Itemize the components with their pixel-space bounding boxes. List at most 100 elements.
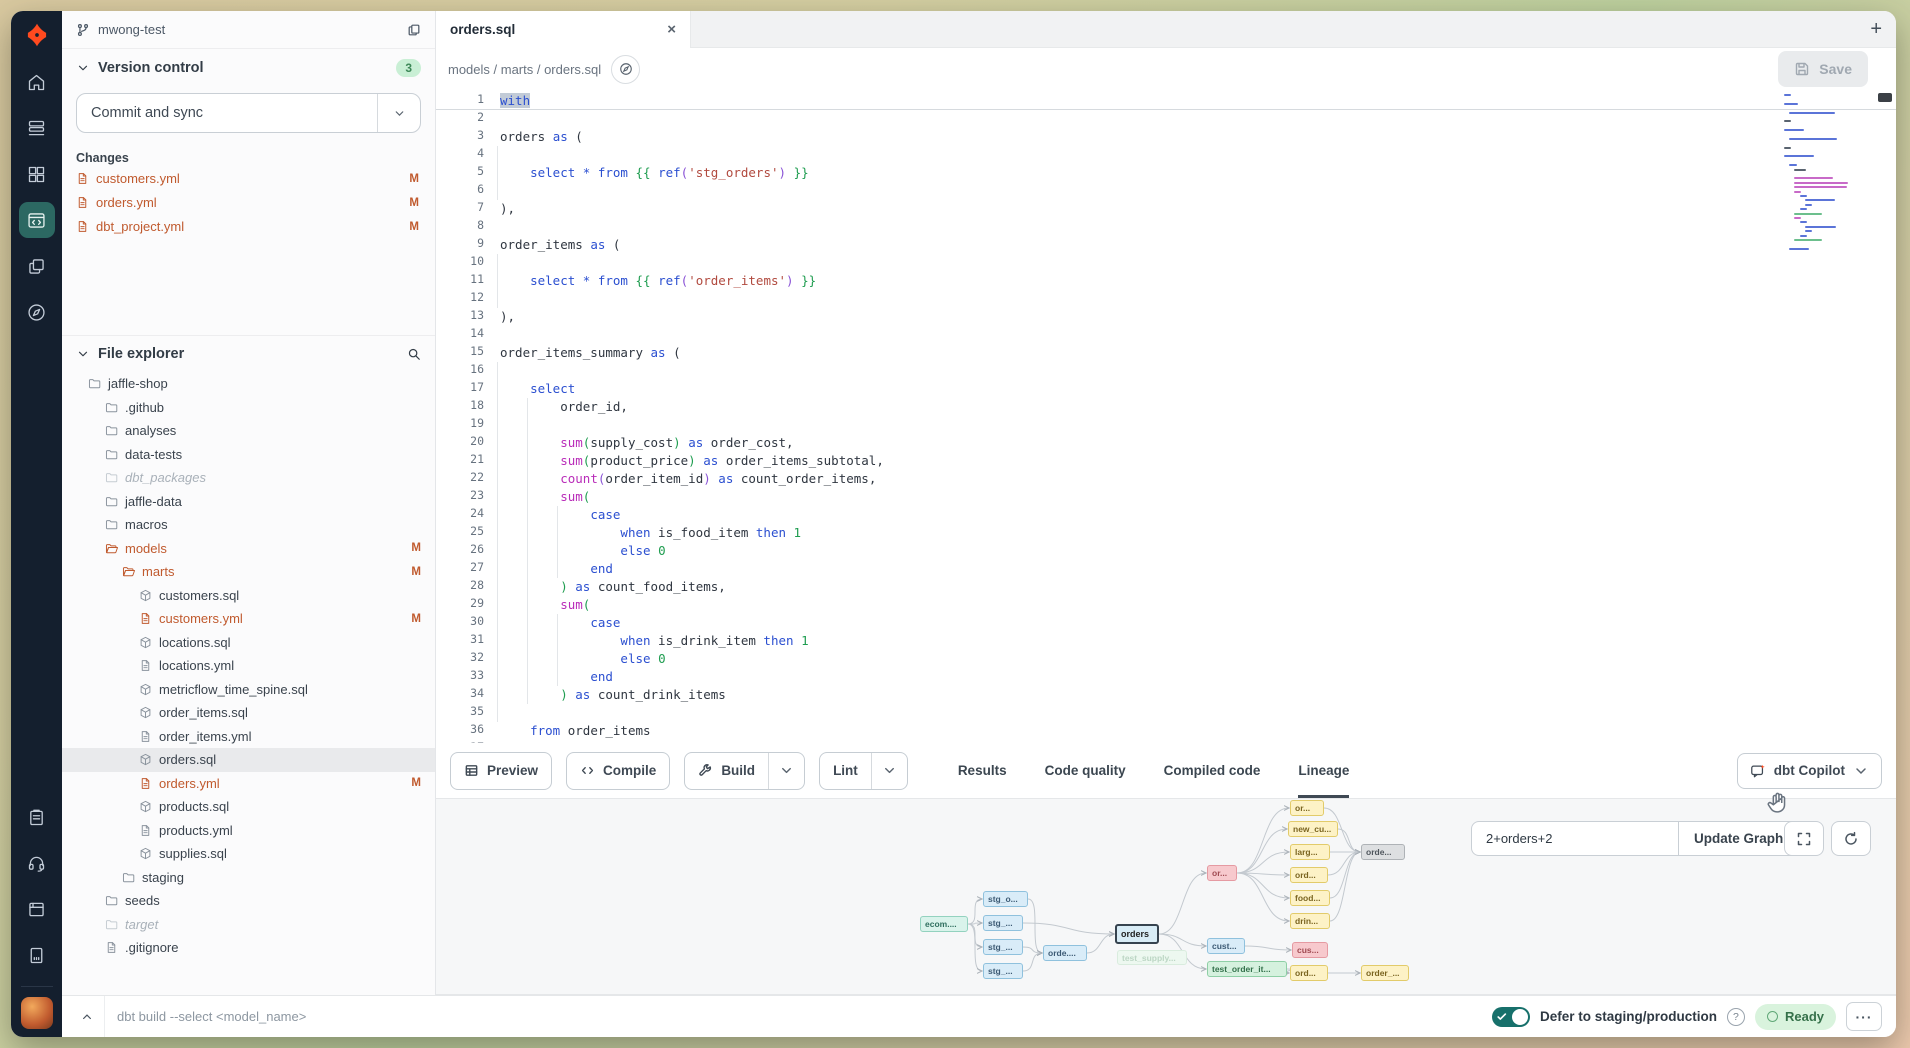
build-button[interactable]: Build	[684, 752, 805, 790]
commit-options-chevron[interactable]	[377, 94, 420, 132]
lineage-node-new_cu[interactable]: new_cu...	[1288, 821, 1338, 837]
code-line[interactable]: 10	[436, 254, 1896, 272]
code-line[interactable]: 2	[436, 110, 1896, 128]
code-line[interactable]: 3orders as (	[436, 128, 1896, 146]
lineage-node-stg_[interactable]: stg_...	[983, 963, 1023, 979]
tree-item-customers.sql[interactable]: customers.sql	[62, 584, 435, 608]
tree-item-products.sql[interactable]: products.sql	[62, 795, 435, 819]
code-line[interactable]: 26 else 0	[436, 542, 1896, 560]
dbt-copilot-button[interactable]: dbt Copilot	[1737, 753, 1882, 789]
more-options-button[interactable]: ···	[1846, 1002, 1882, 1031]
lint-button[interactable]: Lint	[819, 752, 908, 790]
tab-compiled-code[interactable]: Compiled code	[1164, 743, 1261, 798]
lineage-selector-input[interactable]	[1472, 822, 1678, 855]
lineage-node-test_order_it[interactable]: test_order_it...	[1207, 961, 1287, 977]
tree-item-models[interactable]: modelsM	[62, 537, 435, 561]
code-line[interactable]: 27 end	[436, 560, 1896, 578]
lineage-node-test_supply[interactable]: test_supply...	[1117, 950, 1187, 965]
changed-file-dbt_project.yml[interactable]: dbt_project.ymlM	[76, 216, 421, 237]
code-line[interactable]: 36 from order_items	[436, 722, 1896, 740]
code-line[interactable]: 12	[436, 290, 1896, 308]
lineage-node-order_[interactable]: order_...	[1361, 965, 1409, 981]
tree-item-products.yml[interactable]: products.yml	[62, 819, 435, 843]
lineage-node-drin[interactable]: drin...	[1290, 913, 1330, 929]
preview-button[interactable]: Preview	[450, 752, 552, 790]
tree-item-order_items.sql[interactable]: order_items.sql	[62, 701, 435, 725]
notebook-icon[interactable]	[19, 937, 55, 973]
lineage-node-ord[interactable]: ord...	[1290, 965, 1328, 981]
tab-results[interactable]: Results	[958, 743, 1007, 798]
lineage-node-or[interactable]: or...	[1207, 865, 1237, 881]
changed-file-orders.yml[interactable]: orders.ymlM	[76, 192, 421, 213]
code-line[interactable]: 31 when is_drink_item then 1	[436, 632, 1896, 650]
code-line[interactable]: 25 when is_food_item then 1	[436, 524, 1896, 542]
refresh-button[interactable]	[1831, 821, 1871, 856]
project-branch-name[interactable]: mwong-test	[98, 22, 165, 37]
code-line[interactable]: 11 select * from {{ ref('order_items') }…	[436, 272, 1896, 290]
code-line[interactable]: 14	[436, 326, 1896, 344]
lineage-node-cust[interactable]: cust...	[1207, 938, 1245, 954]
tree-item-marts[interactable]: martsM	[62, 560, 435, 584]
lineage-node-or[interactable]: or...	[1290, 800, 1324, 816]
code-line[interactable]: 20 sum(supply_cost) as order_cost,	[436, 434, 1896, 452]
code-line[interactable]: 13),	[436, 308, 1896, 326]
code-line[interactable]: 29 sum(	[436, 596, 1896, 614]
code-editor[interactable]: 1with23orders as (45 select * from {{ re…	[436, 90, 1896, 743]
lineage-panel[interactable]: ecom....stg_o...stg_...stg_...stg_...ord…	[436, 798, 1896, 995]
tree-item-.github[interactable]: .github	[62, 396, 435, 420]
code-line[interactable]: 16	[436, 362, 1896, 380]
tree-item-target[interactable]: target	[62, 913, 435, 937]
code-line[interactable]: 18 order_id,	[436, 398, 1896, 416]
chevron-down-icon[interactable]	[76, 61, 90, 75]
code-line[interactable]: 17 select	[436, 380, 1896, 398]
code-line[interactable]: 19	[436, 416, 1896, 434]
tree-item-order_items.yml[interactable]: order_items.yml	[62, 725, 435, 749]
tree-item-locations.sql[interactable]: locations.sql	[62, 631, 435, 655]
code-line[interactable]: 21 sum(product_price) as order_items_sub…	[436, 452, 1896, 470]
code-line[interactable]: 4	[436, 146, 1896, 164]
dbt-logo-icon[interactable]	[11, 11, 62, 59]
lineage-node-food[interactable]: food...	[1290, 890, 1330, 906]
duplicate-icon[interactable]	[407, 23, 421, 37]
lineage-node-orders[interactable]: orders	[1115, 924, 1159, 944]
code-line[interactable]: 33 end	[436, 668, 1896, 686]
scrollbar-thumb[interactable]	[1878, 93, 1892, 102]
editor-scrollbar[interactable]	[1878, 92, 1892, 292]
lint-options-chevron[interactable]	[871, 753, 907, 789]
lineage-node-larg[interactable]: larg...	[1290, 844, 1330, 860]
browser-icon[interactable]	[19, 891, 55, 927]
code-line[interactable]: 30 case	[436, 614, 1896, 632]
code-line[interactable]: 5 select * from {{ ref('stg_orders') }}	[436, 164, 1896, 182]
headset-icon[interactable]	[19, 845, 55, 881]
tree-item-metricflow_time_spine.sql[interactable]: metricflow_time_spine.sql	[62, 678, 435, 702]
minimap[interactable]	[1784, 94, 1870, 256]
open-in-explorer-icon[interactable]	[611, 55, 640, 84]
help-icon[interactable]: ?	[1727, 1008, 1745, 1026]
tree-item-analyses[interactable]: analyses	[62, 419, 435, 443]
defer-toggle[interactable]	[1492, 1007, 1530, 1027]
save-button[interactable]: Save	[1778, 51, 1868, 87]
code-line[interactable]: 37	[436, 740, 1896, 743]
home-icon[interactable]	[19, 64, 55, 100]
tree-item-.gitignore[interactable]: .gitignore	[62, 936, 435, 960]
code-line[interactable]: 9order_items as (	[436, 236, 1896, 254]
changed-file-customers.yml[interactable]: customers.ymlM	[76, 168, 421, 189]
fullscreen-button[interactable]	[1784, 821, 1824, 856]
stack-icon[interactable]	[19, 110, 55, 146]
compile-button[interactable]: Compile	[566, 752, 670, 790]
tree-item-locations.yml[interactable]: locations.yml	[62, 654, 435, 678]
user-avatar[interactable]	[21, 986, 53, 1029]
command-input[interactable]: dbt build --select <model_name>	[117, 1009, 306, 1024]
tree-item-data-tests[interactable]: data-tests	[62, 443, 435, 467]
code-line[interactable]: 15order_items_summary as (	[436, 344, 1896, 362]
lineage-node-stg_[interactable]: stg_...	[983, 915, 1023, 931]
tree-item-staging[interactable]: staging	[62, 866, 435, 890]
tree-item-seeds[interactable]: seeds	[62, 889, 435, 913]
code-line[interactable]: 7),	[436, 200, 1896, 218]
tree-item-orders.sql[interactable]: orders.sql	[62, 748, 435, 772]
lineage-node-ecom[interactable]: ecom....	[920, 916, 968, 932]
code-line[interactable]: 8	[436, 218, 1896, 236]
grid-icon[interactable]	[19, 156, 55, 192]
lineage-node-ord[interactable]: ord...	[1290, 867, 1328, 883]
tree-item-dbt_packages[interactable]: dbt_packages	[62, 466, 435, 490]
